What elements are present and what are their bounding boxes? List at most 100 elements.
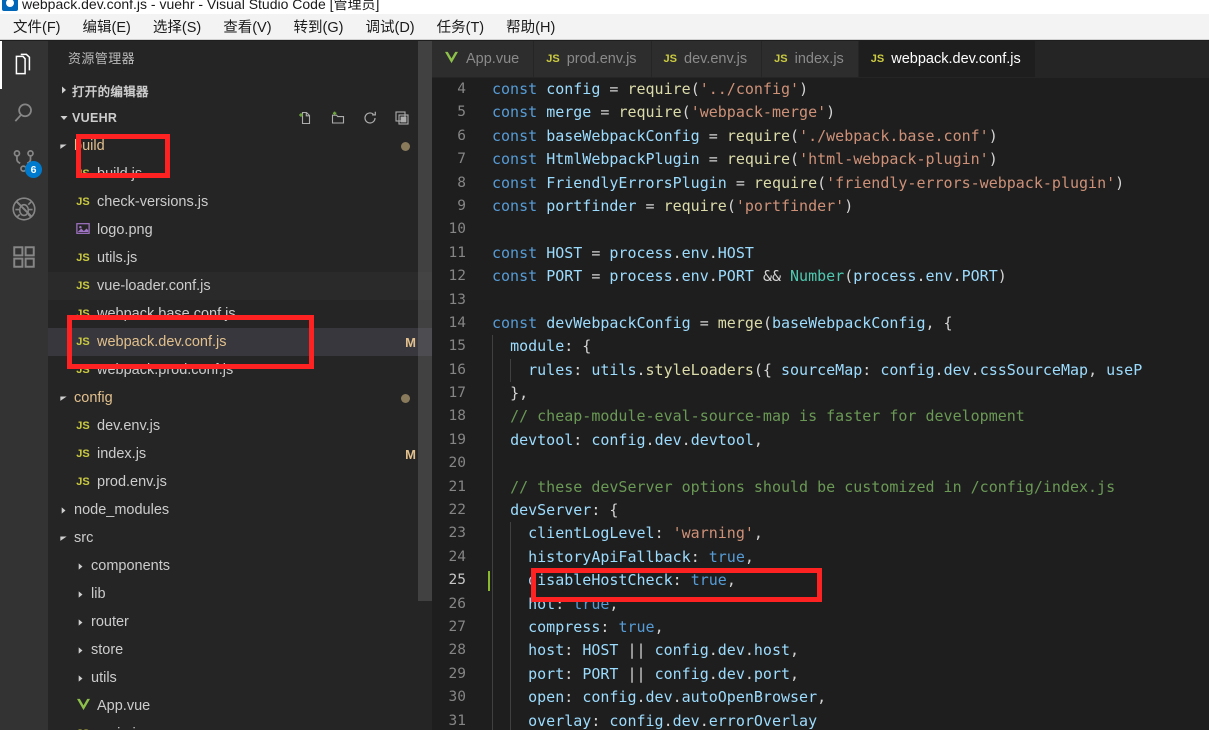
code-line[interactable]: 22 devServer: { [432,499,1209,523]
tree-item-label: prod.env.js [97,474,167,490]
code-line[interactable]: 15 module: { [432,335,1209,359]
activitybar-search[interactable] [0,89,48,137]
tree-item-components[interactable]: components [48,552,432,580]
code-line-text: const portfinder = require('portfinder') [492,196,854,215]
indent-guide [492,709,493,730]
menu-help[interactable]: 帮助(H) [495,13,566,41]
git-status-modified: M [405,334,416,350]
collapse-all-icon[interactable] [394,110,410,126]
line-number: 30 [448,689,466,706]
tree-item-label: router [91,614,129,630]
indent-guide [492,405,493,429]
tree-item-webpack-dev-conf-js[interactable]: JS webpack.dev.conf.js M [48,328,432,356]
new-file-icon[interactable] [298,110,314,126]
code-line[interactable]: 23 clientLogLevel: 'warning', [432,522,1209,546]
code-line[interactable]: 13 [432,289,1209,312]
code-line[interactable]: 19 devtool: config.dev.devtool, [432,428,1209,453]
code-line[interactable]: 9 const portfinder = require('portfinder'… [432,195,1209,218]
activitybar-extensions[interactable] [0,233,48,281]
tree-item-check-versions-js[interactable]: JS check-versions.js [48,188,432,216]
activitybar-explorer[interactable] [0,41,48,89]
js-file-icon: JS [76,168,90,180]
sidebar-scrollbar-thumb[interactable] [418,41,432,601]
tree-item-store[interactable]: store [48,636,432,664]
code-line[interactable]: 31 overlay: config.dev.errorOverlay [432,709,1209,730]
refresh-icon[interactable] [362,110,378,126]
tree-item-logo-png[interactable]: logo.png [48,216,432,244]
tree-item-src[interactable]: src [48,524,432,552]
line-number: 31 [448,712,466,729]
tree-item-app-vue[interactable]: App.vue [48,692,432,720]
menu-go[interactable]: 转到(G) [283,13,355,41]
menu-view[interactable]: 查看(V) [212,13,282,41]
line-number: 19 [448,431,466,448]
editor-tab-app-vue[interactable]: App.vue [432,41,535,77]
code-line[interactable]: 29 port: PORT || config.dev.port, [432,662,1209,687]
tree-item-webpack-prod-conf-js[interactable]: JS webpack.prod.conf.js [48,356,432,384]
tree-item-dev-env-js[interactable]: JS dev.env.js [48,412,432,440]
tree-item-main-js[interactable]: JSmain.js [48,720,432,730]
code-line[interactable]: 20 [432,452,1209,476]
tree-item-node-modules[interactable]: node_modules [48,496,432,524]
tree-item-utils-js[interactable]: JS utils.js [48,244,432,272]
code-line-text: compress: true, [528,617,664,636]
code-line[interactable]: 16 rules: utils.styleLoaders({ sourceMap… [432,358,1209,383]
new-folder-icon[interactable] [330,110,346,126]
tree-item-config[interactable]: config [48,384,432,412]
editor-tab-index-js[interactable]: JS index.js [762,41,859,77]
code-line[interactable]: 12 const PORT = process.env.PORT && Numbe… [432,265,1209,288]
code-line[interactable]: 6 const baseWebpackConfig = require('./we… [432,125,1209,148]
activitybar-source-control[interactable]: 6 [0,137,48,185]
code-line[interactable]: 26 hot: true, [432,592,1209,616]
code-line[interactable]: 5 const merge = require('webpack-merge') [432,101,1209,124]
section-open-editors[interactable]: 打开的编辑器 [48,76,432,104]
code-line[interactable]: 4 const config = require('../config') [432,78,1209,101]
sidebar-scrollbar[interactable] [418,41,432,730]
tree-item-prod-env-js[interactable]: JS prod.env.js [48,468,432,496]
activitybar-debug[interactable] [0,185,48,233]
menu-tasks[interactable]: 任务(T) [426,13,496,41]
tree-item-router[interactable]: router [48,608,432,636]
code-line[interactable]: 10 [432,218,1209,241]
code-line[interactable]: 11 const HOST = process.env.HOST [432,242,1209,265]
code-line[interactable]: 28 host: HOST || config.dev.host, [432,639,1209,663]
code-line[interactable]: 14 const devWebpackConfig = merge(baseWeb… [432,312,1209,335]
indent-guide [492,522,493,546]
tree-item-webpack-base-conf-js[interactable]: JS webpack.base.conf.js [48,300,432,328]
js-file-icon: JS [774,53,788,65]
code-line[interactable]: 7 const HtmlWebpackPlugin = require('html… [432,148,1209,171]
editor-tab-webpack-dev-conf-js[interactable]: JS webpack.dev.conf.js [858,41,1036,77]
code-line[interactable]: 21 // these devServer options should be … [432,475,1209,500]
tree-item-label: components [91,558,170,574]
section-project-root[interactable]: VUEHR [48,104,432,132]
code-line[interactable]: 17 }, [432,382,1209,406]
vue-file-icon [73,698,93,714]
code-line[interactable]: 24 historyApiFallback: true, [432,545,1209,570]
chevron-down-icon [56,113,72,123]
tree-item-build[interactable]: build [48,132,432,160]
code-line[interactable]: 30 open: config.dev.autoOpenBrowser, [432,686,1209,710]
js-file-icon: JS [76,336,90,348]
tree-item-index-js[interactable]: JS index.js M [48,440,432,468]
line-number: 4 [457,81,466,97]
editor-tab-prod-env-js[interactable]: JS prod.env.js [534,41,652,77]
code-line[interactable]: 8 const FriendlyErrorsPlugin = require('f… [432,172,1209,195]
code-editor[interactable]: 4 const config = require('../config') 5 con… [432,78,1209,730]
editor-tab-label: prod.env.js [566,51,637,67]
code-line[interactable]: 18 // cheap-module-eval-source-map is fa… [432,405,1209,429]
code-line[interactable]: 27 compress: true, [432,615,1209,640]
editor-tab-dev-env-js[interactable]: JS dev.env.js [651,41,763,77]
menu-file[interactable]: 文件(F) [2,13,72,41]
tree-item-utils[interactable]: utils [48,664,432,692]
menu-selection[interactable]: 选择(S) [142,13,212,41]
menu-edit[interactable]: 编辑(E) [72,13,142,41]
menu-debug[interactable]: 调试(D) [354,13,425,41]
tree-item-lib[interactable]: lib [48,580,432,608]
tree-item-build-js[interactable]: JS build.js [48,160,432,188]
code-line[interactable]: 25 disableHostCheck: true, [432,569,1209,593]
line-change-marker [488,571,490,592]
tree-item-vue-loader-conf-js[interactable]: JS vue-loader.conf.js [48,272,432,300]
line-number: 12 [448,268,466,285]
line-number: 28 [448,642,466,659]
explorer-icon [11,52,37,78]
